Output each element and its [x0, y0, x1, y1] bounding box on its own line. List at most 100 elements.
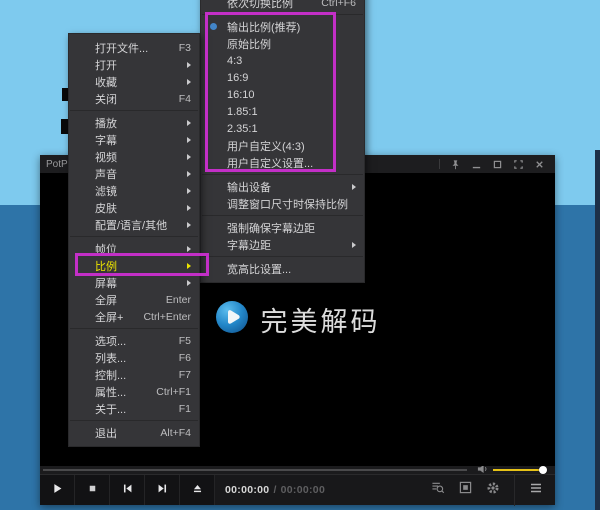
previous-button[interactable] — [110, 475, 145, 505]
shortcut-label: F6 — [179, 352, 191, 364]
ratio-submenu-label: 字幕边距 — [227, 237, 344, 253]
ratio-submenu-item-10[interactable]: 用户自定义设置... — [201, 154, 364, 171]
maximize-icon[interactable] — [491, 158, 503, 170]
context-menu-item-7[interactable]: 视频 — [69, 148, 199, 165]
ratio-submenu-label: 宽高比设置... — [227, 261, 356, 277]
minimize-icon[interactable] — [470, 158, 482, 170]
context-menu-item-3[interactable]: 关闭F4 — [69, 90, 199, 107]
context-menu-item-17[interactable]: 全屏+Ctrl+Enter — [69, 308, 199, 325]
context-menu-item-6[interactable]: 字幕 — [69, 131, 199, 148]
shortcut-label: Ctrl+F1 — [156, 386, 191, 398]
submenu-arrow-icon — [187, 246, 191, 252]
play-button[interactable] — [40, 475, 75, 505]
ratio-submenu-item-16[interactable]: 字幕边距 — [201, 236, 364, 253]
close-icon[interactable] — [533, 158, 545, 170]
submenu-arrow-icon — [352, 184, 356, 190]
settings-gear-icon[interactable] — [486, 481, 500, 500]
ratio-submenu-item-12[interactable]: 输出设备 — [201, 178, 364, 195]
submenu-arrow-icon — [187, 188, 191, 194]
shortcut-label: Ctrl+F6 — [321, 0, 356, 9]
ratio-submenu-item-8[interactable]: 2.35:1 — [201, 120, 364, 137]
ratio-submenu-item-15[interactable]: 强制确保字幕边距 — [201, 219, 364, 236]
seekbar[interactable] — [43, 469, 467, 471]
ratio-submenu-item-3[interactable]: 原始比例 — [201, 35, 364, 52]
context-menu-item-15[interactable]: 屏幕 — [69, 274, 199, 291]
context-menu-item-21[interactable]: 控制...F7 — [69, 366, 199, 383]
context-menu-item-2[interactable]: 收藏 — [69, 73, 199, 90]
ratio-submenu-label: 16:9 — [227, 72, 356, 84]
context-menu-separator — [70, 110, 198, 111]
context-menu-label: 选项... — [95, 333, 171, 349]
volume-slider[interactable] — [493, 469, 545, 471]
playlist-search-icon[interactable] — [431, 481, 445, 499]
logo-play-icon — [215, 300, 249, 339]
control-bar: 00:00:00 / 00:00:00 — [40, 474, 555, 505]
context-menu-item-14[interactable]: 比例 — [69, 257, 199, 274]
ratio-submenu-item-9[interactable]: 用户自定义(4:3) — [201, 137, 364, 154]
context-menu-item-25[interactable]: 退出Alt+F4 — [69, 424, 199, 441]
eject-button[interactable] — [180, 475, 215, 505]
time-current: 00:00:00 — [225, 484, 269, 496]
ratio-submenu-item-13[interactable]: 调整窗口尺寸时保持比例 — [201, 195, 364, 212]
ratio-submenu-item-6[interactable]: 16:10 — [201, 86, 364, 103]
context-menu-item-13[interactable]: 帧位 — [69, 240, 199, 257]
context-menu-item-5[interactable]: 播放 — [69, 114, 199, 131]
fullscreen-icon[interactable] — [512, 158, 524, 170]
submenu-arrow-icon — [352, 242, 356, 248]
context-menu-item-1[interactable]: 打开 — [69, 56, 199, 73]
desktop-right-edge-shadow — [595, 150, 600, 510]
shortcut-label: Enter — [166, 294, 191, 306]
ratio-submenu-item-5[interactable]: 16:9 — [201, 69, 364, 86]
context-menu-separator — [70, 328, 198, 329]
ratio-submenu-item-4[interactable]: 4:3 — [201, 52, 364, 69]
time-separator: / — [273, 484, 276, 496]
stop-button[interactable] — [75, 475, 110, 505]
context-menu-item-22[interactable]: 属性...Ctrl+F1 — [69, 383, 199, 400]
control-divider — [514, 475, 515, 506]
context-menu-label: 声音 — [95, 166, 179, 182]
ratio-submenu-item-18[interactable]: 宽高比设置... — [201, 260, 364, 277]
submenu-arrow-icon — [187, 171, 191, 177]
submenu-arrow-icon — [187, 205, 191, 211]
ratio-submenu-label: 输出设备 — [227, 179, 344, 195]
hamburger-menu-icon[interactable] — [529, 481, 543, 499]
context-menu-item-9[interactable]: 滤镜 — [69, 182, 199, 199]
context-menu-label: 视频 — [95, 149, 179, 165]
play-icon — [52, 481, 63, 499]
next-button[interactable] — [145, 475, 180, 505]
context-menu-label: 列表... — [95, 350, 171, 366]
context-menu-item-8[interactable]: 声音 — [69, 165, 199, 182]
context-menu-label: 播放 — [95, 115, 179, 131]
ratio-submenu-label: 输出比例(推荐) — [227, 19, 356, 35]
context-menu-label: 全屏+ — [95, 309, 135, 325]
pin-icon[interactable] — [449, 158, 461, 170]
shortcut-label: F4 — [179, 93, 191, 105]
context-menu-item-10[interactable]: 皮肤 — [69, 199, 199, 216]
context-menu-item-16[interactable]: 全屏Enter — [69, 291, 199, 308]
submenu-arrow-icon — [187, 137, 191, 143]
ratio-submenu-label: 4:3 — [227, 55, 356, 67]
context-menu-label: 比例 — [95, 258, 179, 274]
context-menu-label: 配置/语言/其他 — [95, 217, 179, 233]
ratio-submenu-label: 用户自定义设置... — [227, 155, 356, 171]
shortcut-label: F7 — [179, 369, 191, 381]
time-total: 00:00:00 — [281, 484, 325, 496]
panel-icon[interactable] — [459, 481, 472, 499]
context-menu-label: 退出 — [95, 425, 152, 441]
context-menu-label: 关于... — [95, 401, 171, 417]
ratio-submenu-item-2[interactable]: 输出比例(推荐) — [201, 18, 364, 35]
context-menu-item-23[interactable]: 关于...F1 — [69, 400, 199, 417]
context-menu-item-19[interactable]: 选项...F5 — [69, 332, 199, 349]
context-menu-item-0[interactable]: 打开文件...F3 — [69, 39, 199, 56]
ratio-submenu-item-7[interactable]: 1.85:1 — [201, 103, 364, 120]
ratio-submenu-item-0[interactable]: 依次切换比例Ctrl+F6 — [201, 0, 364, 11]
ratio-submenu-label: 原始比例 — [227, 36, 356, 52]
context-menu-item-20[interactable]: 列表... F6 — [69, 349, 199, 366]
volume-knob[interactable] — [539, 466, 547, 474]
context-menu-label: 打开 — [95, 57, 179, 73]
previous-icon — [122, 481, 133, 499]
ratio-submenu-separator — [202, 215, 363, 216]
context-menu-item-11[interactable]: 配置/语言/其他 — [69, 216, 199, 233]
eject-icon — [192, 481, 203, 499]
time-display: 00:00:00 / 00:00:00 — [225, 475, 325, 505]
